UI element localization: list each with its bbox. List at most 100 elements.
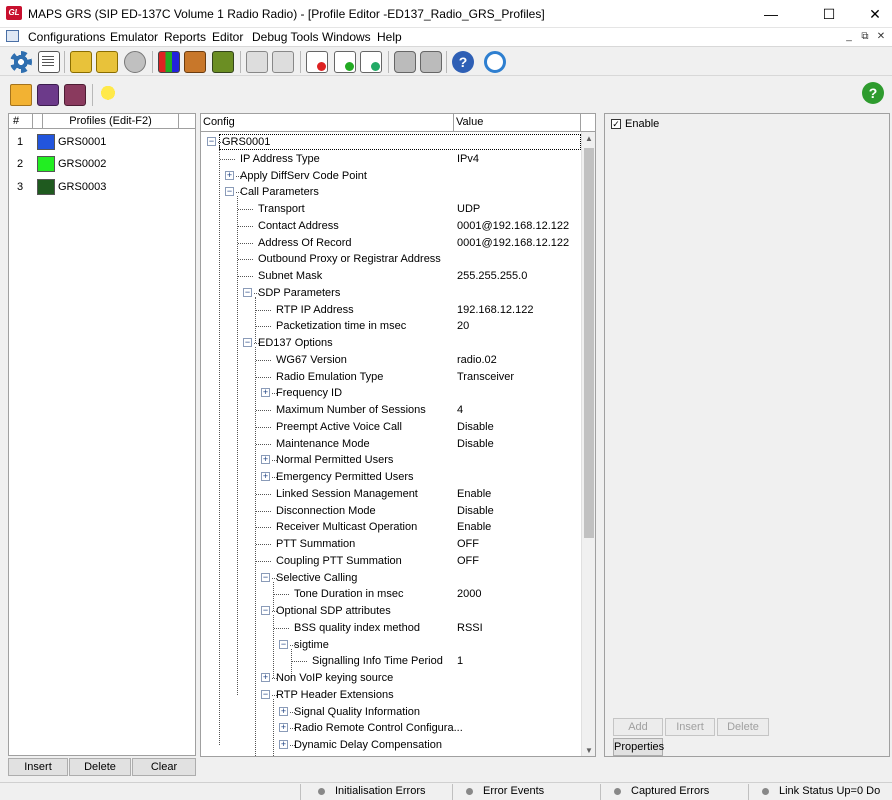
tree-row[interactable]: BSS quality index method RSSI	[201, 620, 581, 637]
scroll-down-icon[interactable]: ▼	[582, 744, 595, 756]
configuration-gear-icon[interactable]	[10, 51, 32, 73]
menu-help[interactable]: Help	[377, 30, 402, 44]
scroll-up-icon[interactable]: ▲	[582, 132, 595, 146]
tree-row[interactable]: − Optional SDP attributes	[201, 603, 581, 620]
menu-debug-tools[interactable]: Debug Tools	[252, 30, 319, 44]
menu-editor[interactable]: Editor	[212, 30, 243, 44]
tree-row[interactable]: Packetization time in msec 20	[201, 318, 581, 335]
tree-row[interactable]: + Non VoIP keying source	[201, 670, 581, 687]
tree-row[interactable]: Outbound Proxy or Registrar Address	[201, 251, 581, 268]
tree-row[interactable]: + Signal Quality Information	[201, 704, 581, 721]
insert-button[interactable]: Insert	[665, 718, 715, 736]
tree-value[interactable]: 1	[457, 653, 463, 669]
tree-value[interactable]: 255.255.255.0	[457, 268, 527, 284]
properties-button[interactable]: Properties	[613, 738, 664, 756]
document-copy-icon[interactable]	[334, 51, 356, 73]
tree-value[interactable]: Enable	[457, 519, 491, 535]
tree-value[interactable]: 192.168.12.122	[457, 302, 533, 318]
status-captured-errors[interactable]: Captured Errors	[614, 785, 709, 797]
tree-vertical-scrollbar[interactable]: ▲ ▼	[581, 132, 595, 756]
tree-row[interactable]: Preempt Active Voice Call Disable	[201, 419, 581, 436]
briefcase-icon[interactable]	[184, 51, 206, 73]
clear-profiles-button[interactable]: Clear	[132, 758, 196, 776]
expand-icon[interactable]: +	[261, 673, 270, 682]
collapse-icon[interactable]: −	[207, 137, 216, 146]
status-error-events[interactable]: Error Events	[466, 785, 544, 797]
tree-value[interactable]: RSSI	[457, 620, 483, 636]
menu-configurations[interactable]: Configurations	[28, 30, 105, 44]
delete-profile-button[interactable]: Delete	[69, 758, 131, 776]
tree-value[interactable]: Disable	[457, 436, 494, 452]
tree-row[interactable]: − GRS0001	[201, 134, 581, 151]
tree-row[interactable]: Receiver Multicast Operation Enable	[201, 519, 581, 536]
tree-row[interactable]: + Dynamic Delay Compensation	[201, 737, 581, 754]
tree-row[interactable]: − SDP Parameters	[201, 285, 581, 302]
expand-icon[interactable]: +	[279, 723, 288, 733]
open-folder-icon[interactable]	[10, 84, 32, 106]
tree-value[interactable]: 0001@192.168.12.122	[457, 218, 569, 234]
tree-row[interactable]: Transport UDP	[201, 201, 581, 218]
tree-row[interactable]: Subnet Mask 255.255.255.0	[201, 268, 581, 285]
profiles-col-color[interactable]	[33, 114, 43, 129]
menu-reports[interactable]: Reports	[164, 30, 206, 44]
value-column-header[interactable]: Value	[454, 114, 581, 132]
connect-plug-icon[interactable]	[394, 51, 416, 73]
tree-row[interactable]: Contact Address 0001@192.168.12.122	[201, 218, 581, 235]
tree-row[interactable]: WG67 Version radio.02	[201, 352, 581, 369]
expand-icon[interactable]: +	[279, 706, 288, 716]
enable-checkbox[interactable]: ✓	[611, 119, 621, 129]
tree-row[interactable]: Signalling Info Time Period 1	[201, 653, 581, 670]
collapse-icon[interactable]: −	[225, 187, 234, 197]
expand-icon[interactable]: +	[261, 388, 270, 398]
document-window-icon[interactable]	[6, 30, 19, 42]
tree-row[interactable]: Disconnection Mode Disable	[201, 503, 581, 520]
config-column-header[interactable]: Config	[201, 114, 454, 132]
security-lock-icon[interactable]	[212, 51, 234, 73]
insert-profile-button[interactable]: Insert	[8, 758, 68, 776]
menu-emulator[interactable]: Emulator	[110, 30, 158, 44]
tree-value[interactable]: 20	[457, 318, 469, 334]
tree-row[interactable]: Address Of Record 0001@192.168.12.122	[201, 235, 581, 252]
tree-value[interactable]: UDP	[457, 201, 480, 217]
collapse-icon[interactable]: −	[243, 287, 252, 297]
profile-color-swatch[interactable]	[37, 156, 55, 172]
tree-row[interactable]: + Radio Remote Control Configura...	[201, 720, 581, 737]
refresh-sync-icon[interactable]	[484, 51, 506, 73]
database-books-icon[interactable]	[158, 51, 180, 73]
tree-row[interactable]: + Normal Permitted Users	[201, 452, 581, 469]
tree-row[interactable]: PTT Summation OFF	[201, 536, 581, 553]
mdi-minimize-icon[interactable]: _	[842, 30, 856, 44]
tree-row[interactable]: − ED137 Options	[201, 335, 581, 352]
lightbulb-icon[interactable]	[97, 84, 119, 106]
profiles-col-number[interactable]: #	[9, 114, 33, 129]
close-icon[interactable]: ✕	[852, 0, 892, 28]
expand-icon[interactable]: +	[261, 472, 270, 481]
profile-row[interactable]: 3 GRS0003	[9, 176, 195, 198]
tree-value[interactable]: 0001@192.168.12.122	[457, 235, 569, 251]
tree-value[interactable]: OFF	[457, 553, 479, 569]
save-as-icon[interactable]	[64, 84, 86, 106]
tree-value[interactable]: Transceiver	[457, 369, 514, 385]
tree-row[interactable]: Tone Duration in msec 2000	[201, 586, 581, 603]
call-generation-icon[interactable]	[70, 51, 92, 73]
save-icon[interactable]	[37, 84, 59, 106]
menu-windows[interactable]: Windows	[322, 30, 371, 44]
wizard-tool-icon[interactable]	[272, 51, 294, 73]
tree-value[interactable]: OFF	[457, 536, 479, 552]
collapse-icon[interactable]: −	[243, 338, 252, 347]
collapse-icon[interactable]: −	[261, 689, 270, 699]
tree-row[interactable]: + Frequency ID	[201, 385, 581, 402]
tree-row[interactable]: Linked Session Management Enable	[201, 486, 581, 503]
mdi-close-icon[interactable]: ✕	[874, 30, 888, 44]
maximize-icon[interactable]: ☐	[806, 0, 852, 28]
tree-row[interactable]: − Selective Calling	[201, 570, 581, 587]
collapse-icon[interactable]: −	[261, 606, 270, 615]
script-document-icon[interactable]	[38, 51, 60, 73]
checkmark-tool-icon[interactable]	[246, 51, 268, 73]
tree-value[interactable]: 2000	[457, 586, 481, 602]
tree-row[interactable]: − Call Parameters	[201, 184, 581, 201]
status-link[interactable]: Link Status Up=0 Do	[762, 785, 880, 797]
status-initialisation-errors[interactable]: Initialisation Errors	[318, 785, 425, 797]
tree-value[interactable]: Enable	[457, 486, 491, 502]
settings-cogs-icon[interactable]	[124, 51, 146, 73]
